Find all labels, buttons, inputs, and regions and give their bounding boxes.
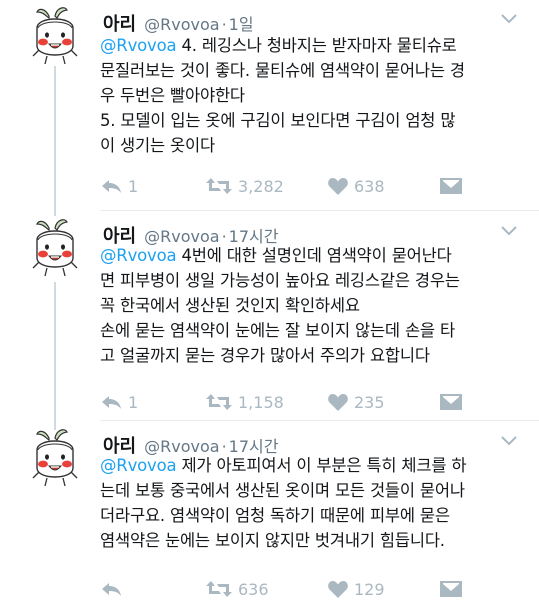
retweet-count: 3,282 [238, 176, 284, 196]
heart-icon [328, 394, 348, 411]
reply-icon [102, 583, 121, 596]
tweet[interactable]: 아리 @Rvovoa · 1일 @Rvovoa 4. 레깅스나 청바지는 받자마… [0, 6, 539, 212]
tweet-line: 꼭 한국에서 생산된 것인지 확인하세요 [100, 296, 360, 315]
tweet-line: 이 생기는 옷이다 [100, 136, 215, 155]
tweet-line: 면 피부병이 생일 가능성이 높아요 레깅스같은 경우는 [100, 271, 460, 290]
user-handle[interactable]: @Rvovoa [144, 15, 219, 34]
tweet-divider [100, 420, 539, 421]
tweet-line: @Rvovoa 4번에 대한 설명인데 염색약이 묻어난다 [100, 243, 530, 268]
retweet-button[interactable]: 1,158 [206, 393, 284, 412]
direct-message-button[interactable] [440, 178, 462, 194]
tweet-line: 우 두번은 빨아야한다 [100, 86, 245, 105]
like-button[interactable]: 638 [328, 177, 385, 196]
chevron-down-icon[interactable] [501, 226, 517, 236]
reply-count: 1 [128, 176, 139, 196]
like-count: 235 [354, 392, 385, 412]
reply-button[interactable]: 1 [100, 177, 138, 196]
retweet-icon [206, 178, 232, 194]
tweet-text: @Rvovoa 4. 레깅스나 청바지는 받자마자 물티슈로 문질러보는 것이 … [100, 33, 530, 158]
like-count: 129 [354, 579, 385, 599]
avatar[interactable] [25, 6, 85, 68]
tweet-line: 고 얼굴까지 묻는 경우가 많아서 주의가 요합니다 [100, 346, 430, 365]
tweet-text: @Rvovoa 제가 아토피여서 이 부분은 특히 체크를 하 는데 보통 중국… [100, 453, 530, 553]
like-count: 638 [354, 176, 385, 196]
tweet-line: 는데 보통 중국에서 생산된 옷이며 모든 것들이 묻어나 [100, 481, 465, 500]
tweet-line-text: 4번에 대한 설명인데 염색약이 묻어난다 [176, 246, 452, 265]
timestamp[interactable]: 1일 [229, 11, 254, 35]
tweet-line: 5. 모델이 입는 옷에 구김이 보인다면 구김이 엄청 많 [100, 111, 456, 130]
chevron-down-icon[interactable] [501, 436, 517, 446]
retweet-count: 1,158 [238, 392, 284, 412]
retweet-count: 636 [238, 579, 269, 599]
chevron-down-icon[interactable] [501, 14, 517, 24]
heart-icon [328, 581, 348, 598]
tweet-line: 손에 묻는 염색약이 눈에는 잘 보이지 않는데 손을 타 [100, 321, 455, 340]
tweet-line-text: 제가 아토피여서 이 부분은 특히 체크를 하 [176, 456, 467, 475]
like-button[interactable]: 129 [328, 580, 385, 599]
reply-icon [102, 180, 121, 193]
reply-icon [102, 396, 121, 409]
direct-message-button[interactable] [440, 581, 462, 597]
direct-message-button[interactable] [440, 394, 462, 410]
reply-count: 1 [128, 392, 139, 412]
retweet-button[interactable]: 3,282 [206, 177, 284, 196]
tweet[interactable]: 아리 @Rvovoa · 17시간 @Rvovoa 4번에 대한 설명인데 염색… [0, 218, 539, 414]
envelope-icon [440, 581, 462, 597]
reply-button[interactable] [100, 581, 128, 597]
retweet-button[interactable]: 636 [206, 580, 269, 599]
mention-link[interactable]: @Rvovoa [100, 456, 177, 475]
avatar[interactable] [25, 428, 85, 490]
tweet-line: 더라구요. 염색약이 엄청 독하기 때문에 피부에 묻은 [100, 506, 450, 525]
tweet-divider [100, 210, 539, 211]
separator-dot: · [221, 15, 227, 34]
reply-button[interactable]: 1 [100, 393, 138, 412]
retweet-icon [206, 581, 232, 597]
tweet-line-text: 4. 레깅스나 청바지는 받자마자 물티슈로 [176, 36, 457, 55]
avatar[interactable] [25, 218, 85, 280]
tweet-line: @Rvovoa 4. 레깅스나 청바지는 받자마자 물티슈로 [100, 33, 530, 58]
envelope-icon [440, 178, 462, 194]
mention-link[interactable]: @Rvovoa [100, 246, 177, 265]
retweet-icon [206, 394, 232, 410]
tweet[interactable]: 아리 @Rvovoa · 17시간 @Rvovoa 제가 아토피여서 이 부분은… [0, 428, 539, 605]
tweet-line: 염색약은 눈에는 보이지 않지만 벗겨내기 힘듭니다. [100, 531, 445, 550]
mention-link[interactable]: @Rvovoa [100, 36, 177, 55]
envelope-icon [440, 394, 462, 410]
tweet-text: @Rvovoa 4번에 대한 설명인데 염색약이 묻어난다 면 피부병이 생일 … [100, 243, 530, 368]
tweet-line: @Rvovoa 제가 아토피여서 이 부분은 특히 체크를 하 [100, 453, 530, 478]
like-button[interactable]: 235 [328, 393, 385, 412]
heart-icon [328, 178, 348, 195]
tweet-line: 문질러보는 것이 좋다. 물티슈에 염색약이 묻어나는 경 [100, 61, 465, 80]
